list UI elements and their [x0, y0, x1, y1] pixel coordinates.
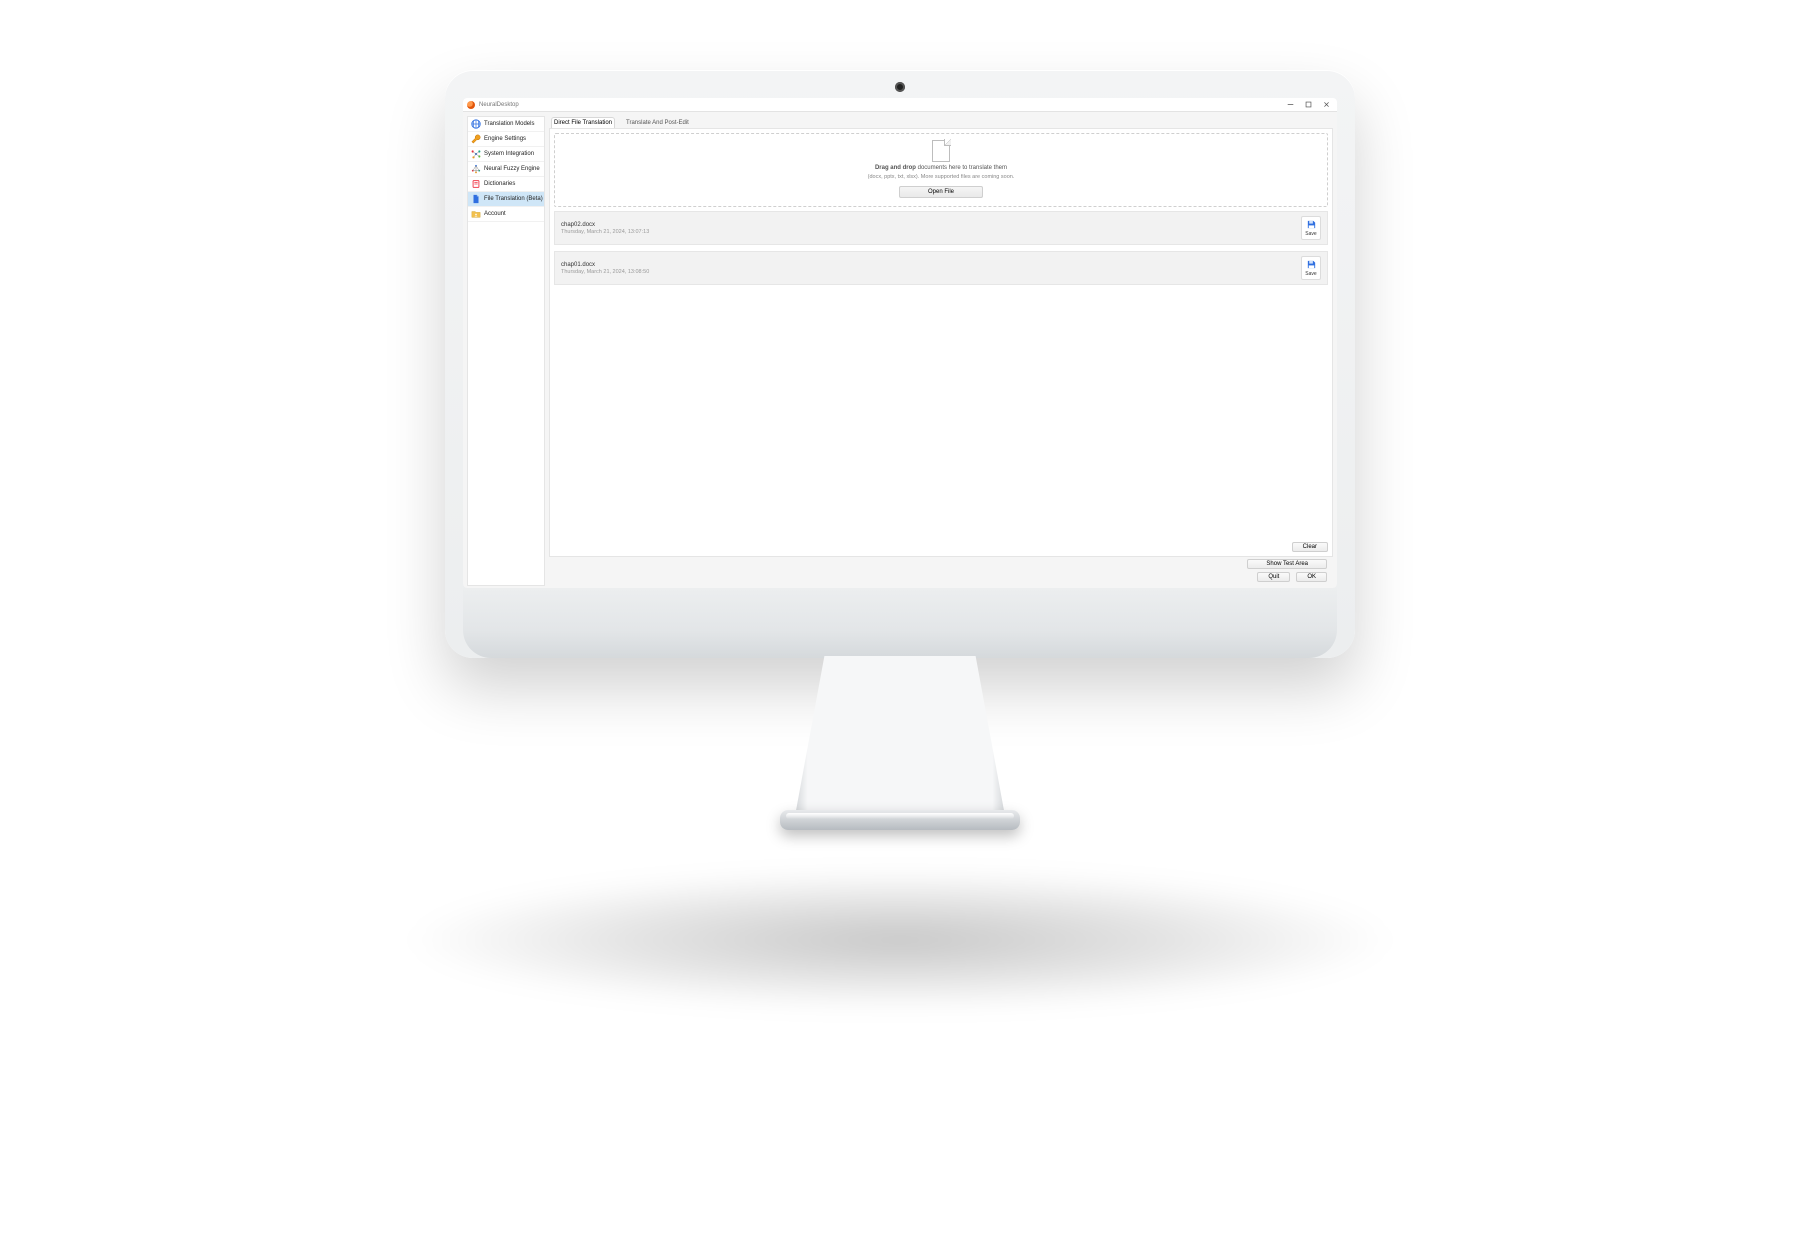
sidebar-item-label: System Integration [484, 151, 534, 157]
network-icon [471, 164, 481, 174]
tab-direct-file-translation[interactable]: Direct File Translation [551, 117, 615, 128]
sidebar-item-label: Engine Settings [484, 136, 526, 142]
wrench-icon [471, 134, 481, 144]
app-window: NeuralDesktop [463, 98, 1337, 588]
sidebar: Translation Models Engine Settings [467, 116, 545, 586]
sidebar-item-system-integration[interactable]: System Integration [468, 147, 544, 162]
file-name: chap02.docx [561, 222, 649, 228]
maximize-button[interactable] [1299, 99, 1317, 111]
sidebar-item-label: Translation Models [484, 121, 534, 127]
save-button[interactable]: Save [1301, 216, 1321, 240]
sidebar-item-account[interactable]: Account [468, 207, 544, 222]
content-card: Drag and drop documents here to translat… [549, 128, 1333, 557]
file-row: chap01.docx Thursday, March 21, 2024, 13… [554, 251, 1328, 285]
camera-dot [895, 82, 905, 92]
sidebar-item-label: Dictionaries [484, 181, 515, 187]
main-panel: Direct File Translation Translate And Po… [549, 116, 1333, 586]
save-label: Save [1305, 231, 1316, 237]
minimize-button[interactable] [1281, 99, 1299, 111]
clear-button[interactable]: Clear [1292, 542, 1328, 552]
sidebar-item-neural-fuzzy-engine[interactable]: Neural Fuzzy Engine [468, 162, 544, 177]
monitor-foot [780, 810, 1020, 830]
sidebar-item-dictionaries[interactable]: Dictionaries [468, 177, 544, 192]
dropzone-text-line1: Drag and drop documents here to translat… [875, 165, 1007, 171]
globe-icon [471, 119, 481, 129]
file-list: chap02.docx Thursday, March 21, 2024, 13… [554, 211, 1328, 285]
window-title: NeuralDesktop [479, 102, 519, 108]
file-row: chap02.docx Thursday, March 21, 2024, 13… [554, 211, 1328, 245]
document-icon [932, 140, 950, 162]
file-date: Thursday, March 21, 2024, 13:07:13 [561, 229, 649, 235]
file-name: chap01.docx [561, 262, 649, 268]
user-folder-icon [471, 209, 481, 219]
app-icon [467, 101, 475, 109]
tab-bar: Direct File Translation Translate And Po… [549, 116, 1333, 128]
dropzone-rest: documents here to translate them [916, 165, 1007, 171]
sidebar-item-engine-settings[interactable]: Engine Settings [468, 132, 544, 147]
close-button[interactable] [1317, 99, 1335, 111]
sidebar-item-label: Account [484, 211, 506, 217]
tab-translate-and-post-edit[interactable]: Translate And Post-Edit [623, 117, 692, 128]
sidebar-item-file-translation[interactable]: File Translation (Beta) [468, 192, 544, 207]
dropzone-text-line2: (docx, pptx, txt, xlsx). More supported … [868, 174, 1015, 180]
monitor-neck [795, 656, 1005, 816]
titlebar: NeuralDesktop [463, 98, 1337, 112]
tab-label: Direct File Translation [554, 120, 612, 126]
file-date: Thursday, March 21, 2024, 13:08:50 [561, 269, 649, 275]
quit-button[interactable]: Quit [1257, 572, 1290, 582]
dropzone-bold: Drag and drop [875, 165, 916, 171]
show-test-area-button[interactable]: Show Test Area [1247, 559, 1327, 569]
window-controls [1281, 99, 1335, 111]
book-icon [471, 179, 481, 189]
sidebar-item-label: Neural Fuzzy Engine [484, 166, 540, 172]
open-file-button[interactable]: Open File [899, 186, 983, 198]
save-icon [1306, 259, 1317, 270]
tab-label: Translate And Post-Edit [626, 120, 689, 126]
monitor-chin [463, 588, 1337, 658]
save-label: Save [1305, 271, 1316, 277]
nodes-icon [471, 149, 481, 159]
desk-shadow [400, 870, 1400, 1010]
sidebar-item-label: File Translation (Beta) [484, 196, 543, 202]
ok-button[interactable]: OK [1296, 572, 1327, 582]
dropzone[interactable]: Drag and drop documents here to translat… [554, 133, 1328, 207]
monitor-mockup: NeuralDesktop [445, 70, 1355, 858]
file-icon [471, 194, 481, 204]
save-button[interactable]: Save [1301, 256, 1321, 280]
sidebar-item-translation-models[interactable]: Translation Models [468, 117, 544, 132]
save-icon [1306, 219, 1317, 230]
footer: Show Test Area Quit OK [549, 557, 1333, 586]
